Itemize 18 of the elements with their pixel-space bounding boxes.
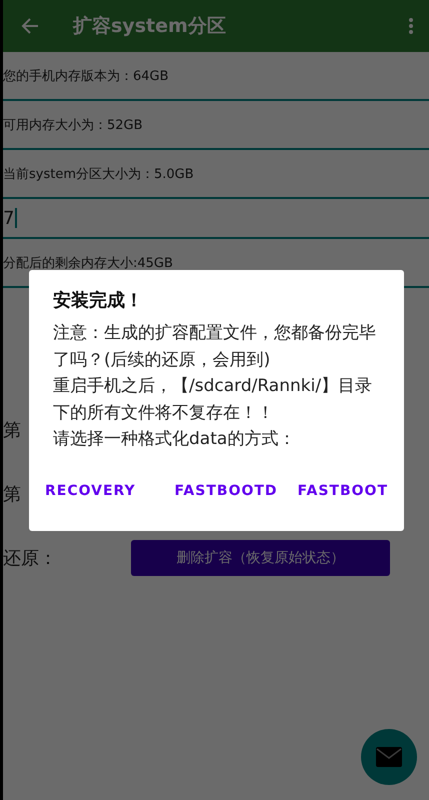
restore-label: 还原： — [3, 547, 58, 570]
dialog-message: 注意：生成的扩容配置文件，您都备份完毕了吗？(后续的还原，会用到) — [53, 322, 377, 372]
more-menu-icon[interactable] — [409, 18, 413, 34]
dialog-message: 请选择一种格式化data的方式： — [53, 428, 296, 451]
info-field: 当前system分区大小为：5.0GB — [3, 150, 429, 199]
envelope-icon — [376, 747, 402, 767]
size-input-field[interactable]: 7 — [3, 199, 429, 239]
info-field: 可用内存大小为：52GB — [3, 101, 429, 150]
dialog-button[interactable]: FASTBOOTD — [166, 472, 286, 508]
step-label: 第 — [3, 419, 21, 442]
dialog-message: 重启手机之后，【/sdcard/Rannki/】目录下的所有文件将不复存在！！ — [53, 375, 374, 424]
app-bar-title: 扩容system分区 — [73, 14, 227, 39]
dialog-button[interactable]: FASTBOOT — [290, 472, 396, 508]
dialog-button[interactable]: RECOVERY — [37, 472, 144, 508]
info-field: 您的手机内存版本为：64GB — [3, 52, 429, 101]
dialog-title: 安装完成！ — [53, 289, 144, 312]
step-label: 第 — [3, 483, 21, 506]
back-arrow-icon[interactable] — [21, 17, 39, 35]
